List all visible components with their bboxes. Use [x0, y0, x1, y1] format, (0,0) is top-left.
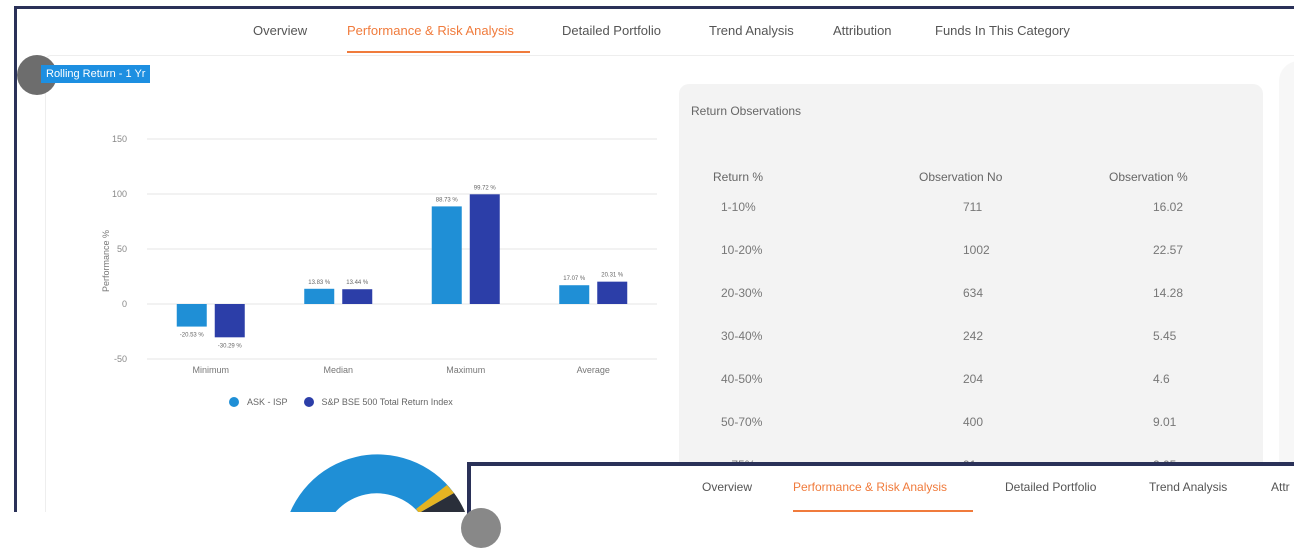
- tab-detailed-portfolio[interactable]: Detailed Portfolio: [562, 23, 661, 38]
- scroll-handle-icon[interactable]: [461, 508, 501, 548]
- table-cell: 1-10%: [721, 200, 756, 214]
- table-cell: 50-70%: [721, 415, 763, 429]
- table-cell: 30-40%: [721, 329, 763, 343]
- table-cell: 9.01: [1153, 415, 1177, 429]
- bar-value-label: -20.53 %: [180, 333, 205, 339]
- legend-label: S&P BSE 500 Total Return Index: [321, 397, 453, 407]
- table-cell: 711: [963, 200, 983, 214]
- tab-performance-risk[interactable]: Performance & Risk Analysis: [793, 480, 947, 494]
- column-header-observation-no: Observation No: [919, 170, 1003, 184]
- bar: [469, 194, 500, 304]
- rolling-return-label[interactable]: Rolling Return - 1 Yr: [41, 65, 151, 83]
- active-tab-underline: [347, 51, 530, 53]
- legend-dot-icon: [229, 397, 239, 407]
- table-cell: 40-50%: [721, 372, 763, 386]
- table-cell: 204: [963, 372, 984, 386]
- y-tick-label: 100: [112, 189, 127, 199]
- bar: [214, 304, 245, 338]
- tab-performance-risk[interactable]: Performance & Risk Analysis: [347, 23, 514, 38]
- table-cell: 10-20%: [721, 243, 763, 257]
- chart-legend: ASK - ISP S&P BSE 500 Total Return Index: [229, 397, 469, 407]
- overlay-window: Overview Performance & Risk Analysis Det…: [461, 462, 1294, 548]
- bar: [176, 304, 207, 327]
- bar-value-label: 13.44 %: [346, 280, 369, 286]
- table-cell: 1002: [963, 243, 990, 257]
- table-cell: 14.28: [1153, 286, 1184, 300]
- y-axis-ticks: 150 100 50 0 -50: [112, 134, 127, 364]
- x-tick-label: Average: [577, 365, 610, 375]
- bar: [597, 281, 628, 304]
- tab-bar: Overview Performance & Risk Analysis Det…: [17, 9, 1294, 57]
- column-header-return: Return %: [713, 170, 764, 184]
- tab-overview[interactable]: Overview: [253, 23, 307, 38]
- side-panel-edge: [1279, 61, 1294, 512]
- table-cell: 20-30%: [721, 286, 763, 300]
- y-axis-label: Performance %: [101, 230, 111, 292]
- bar-value-label: -30.29 %: [218, 343, 243, 349]
- table-cell: 634: [963, 286, 984, 300]
- table-cell: 5.45: [1153, 329, 1177, 343]
- y-tick-label: 50: [117, 244, 127, 254]
- table-cell: 242: [963, 329, 984, 343]
- table-cell: 22.57: [1153, 243, 1184, 257]
- x-tick-label: Minimum: [192, 365, 229, 375]
- chart-bars: -20.53 % -30.29 % 13.83 % 13.44 % 88.73 % 99.…: [176, 185, 628, 349]
- tab-funds-in-category[interactable]: Funds In This Category: [935, 23, 1070, 38]
- legend-label: ASK - ISP: [247, 397, 288, 407]
- bar-value-label: 13.83 %: [308, 280, 331, 286]
- bar: [342, 289, 373, 304]
- bar: [559, 285, 590, 304]
- bar-value-label: 20.31 %: [601, 273, 624, 279]
- tab-attribution[interactable]: Attribution: [833, 23, 892, 38]
- tab-trend-analysis[interactable]: Trend Analysis: [1149, 480, 1227, 494]
- tab-overview[interactable]: Overview: [702, 480, 752, 494]
- bar-value-label: 88.73 %: [436, 197, 459, 203]
- x-axis-labels: Minimum Median Maximum Average: [192, 365, 609, 375]
- column-header-observation-pct: Observation %: [1109, 170, 1188, 184]
- bar: [431, 206, 462, 304]
- return-observations-panel: Return Observations Return % Observation…: [679, 84, 1263, 512]
- table-cell: 16.02: [1153, 200, 1184, 214]
- y-tick-label: 0: [122, 299, 127, 309]
- table-cell: 4.6: [1153, 372, 1170, 386]
- bar: [304, 288, 335, 304]
- bar-value-label: 99.72 %: [474, 185, 497, 191]
- x-tick-label: Median: [323, 365, 353, 375]
- tab-attribution[interactable]: Attr: [1271, 480, 1290, 494]
- tab-trend-analysis[interactable]: Trend Analysis: [709, 23, 794, 38]
- y-tick-label: -50: [114, 354, 127, 364]
- donut-chart-partial: [290, 454, 465, 512]
- x-tick-label: Maximum: [446, 365, 485, 375]
- tab-detailed-portfolio[interactable]: Detailed Portfolio: [1005, 480, 1096, 494]
- rolling-return-chart: 150 100 50 0 -50 -20.53 % -30.29 % 13.83 % 13.4…: [101, 134, 657, 375]
- panel-title: Return Observations: [691, 104, 802, 118]
- legend-item-ask-isp[interactable]: ASK - ISP: [229, 397, 288, 407]
- table-cell: 400: [963, 415, 984, 429]
- legend-dot-icon: [303, 397, 314, 407]
- main-window: Overview Performance & Risk Analysis Det…: [14, 6, 1294, 512]
- y-tick-label: 150: [112, 134, 127, 144]
- bar-value-label: 17.07 %: [563, 276, 586, 282]
- legend-item-benchmark[interactable]: S&P BSE 500 Total Return Index: [303, 397, 453, 407]
